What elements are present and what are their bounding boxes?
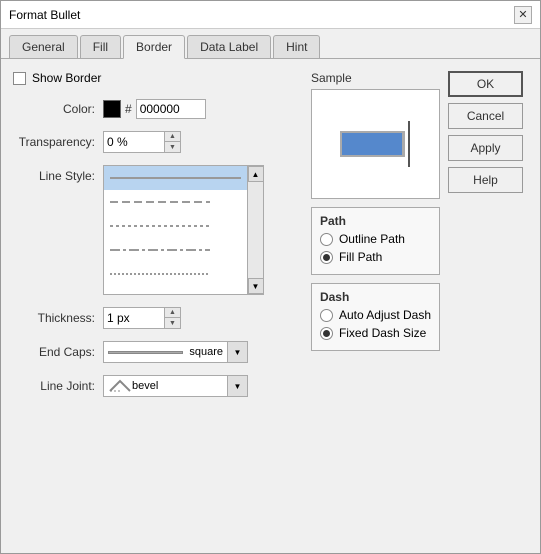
fill-path-row: Fill Path [320, 250, 431, 264]
transparency-input[interactable] [104, 132, 164, 152]
tab-border[interactable]: Border [123, 35, 185, 59]
thickness-spinner-btns: ▲ ▼ [164, 308, 180, 328]
tab-fill[interactable]: Fill [80, 35, 121, 58]
help-button[interactable]: Help [448, 167, 523, 193]
line-style-row: Line Style: [13, 165, 299, 295]
show-border-label: Show Border [32, 71, 101, 85]
outline-path-label: Outline Path [339, 232, 405, 246]
line-style-item-5[interactable] [104, 262, 247, 286]
thickness-row: Thickness: ▲ ▼ [13, 307, 299, 329]
dash-label: Dash [320, 290, 431, 304]
close-button[interactable]: ✕ [514, 6, 532, 24]
color-label: Color: [13, 102, 103, 116]
fixed-dash-size-label: Fixed Dash Size [339, 326, 426, 340]
scroll-track [248, 182, 263, 278]
hash-symbol: # [125, 102, 132, 116]
sample-visual [340, 121, 410, 167]
ok-button[interactable]: OK [448, 71, 523, 97]
sample-chart [340, 121, 410, 167]
thickness-spinner: ▲ ▼ [103, 307, 181, 329]
auto-adjust-dash-label: Auto Adjust Dash [339, 308, 431, 322]
transparency-down-btn[interactable]: ▼ [164, 142, 180, 152]
fill-path-label: Fill Path [339, 250, 382, 264]
line-joint-value: bevel [132, 380, 158, 392]
thickness-label: Thickness: [13, 311, 103, 325]
scroll-up-arrow[interactable]: ▲ [248, 166, 264, 182]
dialog-title: Format Bullet [9, 8, 80, 22]
cancel-button[interactable]: Cancel [448, 103, 523, 129]
color-swatch[interactable] [103, 100, 121, 118]
transparency-label: Transparency: [13, 135, 103, 149]
line-joint-preview: bevel [104, 376, 227, 396]
apply-button[interactable]: Apply [448, 135, 523, 161]
path-label: Path [320, 214, 431, 228]
show-border-checkbox[interactable] [13, 72, 26, 85]
color-input[interactable] [136, 99, 206, 119]
line-style-scrollbar[interactable]: ▲ ▼ [248, 165, 264, 295]
line-joint-row: Line Joint: bevel ▼ [13, 375, 299, 397]
left-panel: Show Border Color: # Transparency: ▲ [13, 71, 299, 541]
title-bar: Format Bullet ✕ [1, 1, 540, 29]
thickness-down-btn[interactable]: ▼ [164, 318, 180, 328]
transparency-spinner-btns: ▲ ▼ [164, 132, 180, 152]
tab-hint[interactable]: Hint [273, 35, 320, 58]
line-style-item-2[interactable] [104, 190, 247, 214]
transparency-up-btn[interactable]: ▲ [164, 132, 180, 142]
sample-section: Sample [311, 71, 440, 199]
line-style-item-4[interactable] [104, 238, 247, 262]
end-caps-label: End Caps: [13, 345, 103, 359]
outline-path-row: Outline Path [320, 232, 431, 246]
dash-section: Dash Auto Adjust Dash Fixed Dash Size [311, 283, 440, 351]
color-controls: # [103, 99, 206, 119]
tab-general[interactable]: General [9, 35, 78, 58]
transparency-spinner: ▲ ▼ [103, 131, 181, 153]
thickness-input[interactable] [104, 308, 164, 328]
line-joint-dropdown-arrow[interactable]: ▼ [227, 376, 247, 396]
fill-path-radio[interactable] [320, 251, 333, 264]
auto-adjust-dash-row: Auto Adjust Dash [320, 308, 431, 322]
format-bullet-dialog: Format Bullet ✕ General Fill Border Data… [0, 0, 541, 554]
color-row: Color: # [13, 99, 299, 119]
show-border-row: Show Border [13, 71, 299, 85]
fixed-dash-size-row: Fixed Dash Size [320, 326, 431, 340]
dialog-content: Show Border Color: # Transparency: ▲ [1, 59, 540, 553]
button-panel: OK Cancel Apply Help [448, 71, 528, 541]
sections-col: Sample Path [311, 71, 440, 541]
line-joint-select[interactable]: bevel ▼ [103, 375, 248, 397]
end-caps-value: square [189, 346, 223, 358]
line-style-label: Line Style: [13, 169, 103, 183]
line-style-item-3[interactable] [104, 214, 247, 238]
scroll-down-arrow[interactable]: ▼ [248, 278, 264, 294]
tab-data-label[interactable]: Data Label [187, 35, 271, 58]
transparency-row: Transparency: ▲ ▼ [13, 131, 299, 153]
end-caps-line-icon [108, 351, 183, 354]
sample-label: Sample [311, 71, 440, 85]
outline-path-radio[interactable] [320, 233, 333, 246]
main-right: Sample Path [311, 71, 528, 541]
end-caps-row: End Caps: square ▼ [13, 341, 299, 363]
line-style-list[interactable] [103, 165, 248, 295]
line-style-container: ▲ ▼ [103, 165, 264, 295]
sample-bar-main [342, 133, 402, 155]
sample-line [408, 121, 410, 167]
end-caps-dropdown-arrow[interactable]: ▼ [227, 342, 247, 362]
end-caps-preview: square [104, 342, 227, 362]
fixed-dash-size-radio[interactable] [320, 327, 333, 340]
tab-bar: General Fill Border Data Label Hint [1, 29, 540, 59]
line-style-item-solid[interactable] [104, 166, 247, 190]
path-section: Path Outline Path Fill Path [311, 207, 440, 275]
end-caps-select[interactable]: square ▼ [103, 341, 248, 363]
line-joint-label: Line Joint: [13, 379, 103, 393]
line-joint-icon [108, 379, 132, 393]
auto-adjust-dash-radio[interactable] [320, 309, 333, 322]
sample-box [311, 89, 440, 199]
thickness-up-btn[interactable]: ▲ [164, 308, 180, 318]
